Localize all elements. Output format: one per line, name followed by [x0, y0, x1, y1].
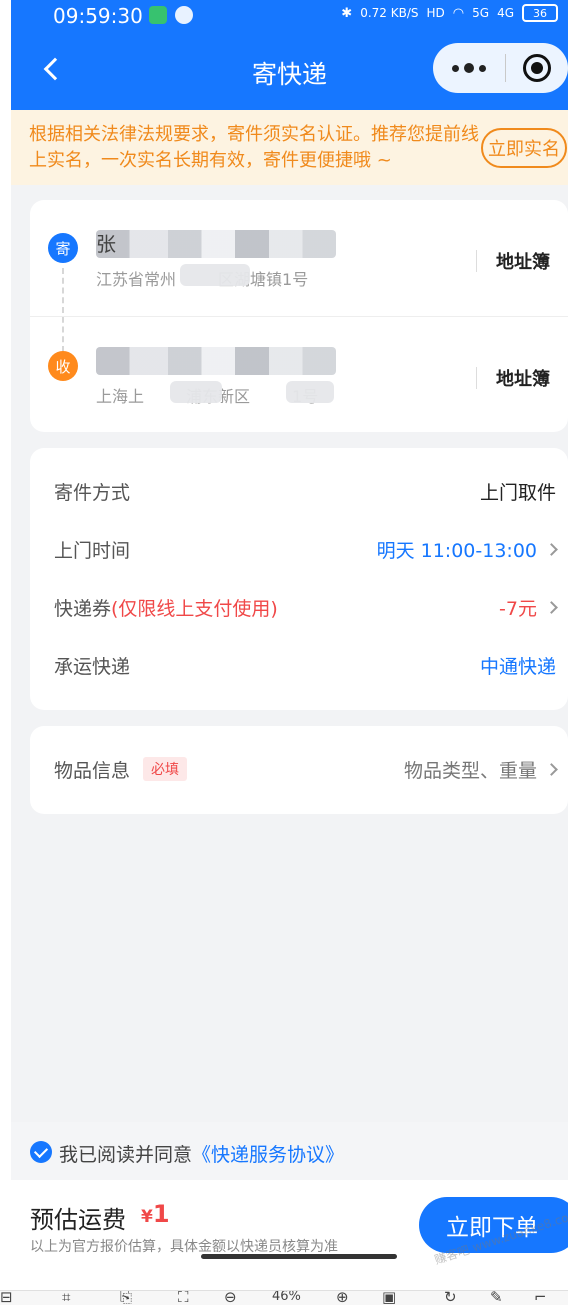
carrier-value: 中通快递	[479, 656, 556, 678]
required-tag: 必填	[143, 757, 187, 781]
real-name-button[interactable]: 立即实名	[481, 128, 567, 168]
hd-icon: HD	[426, 6, 445, 20]
net-speed: 0.72 KB/S	[360, 6, 419, 20]
actual-size-icon[interactable]: ▣	[382, 1291, 396, 1305]
sender-address[interactable]: 寄 张 江苏省常州 区湖塘镇1号 地址簿	[30, 200, 568, 352]
estimated-fee-label: 预估运费	[30, 1206, 126, 1234]
wechat-notification-icon	[175, 6, 193, 24]
item-info-label: 物品信息	[54, 760, 131, 782]
sender-name-blurred: 张	[96, 230, 336, 258]
viewer-toolbar: ⊟ ⌗ ⎘ ⛶ ⊖ 46% ⊕ ▣ ↻ ✎ ⌐	[0, 1290, 568, 1305]
divider	[476, 367, 477, 389]
coupon-value: -7元	[499, 594, 558, 621]
real-name-notice: 根据相关法律法规要求，寄件须实名认证。推荐您提前线上实名，一次实名长期有效，寄件…	[11, 110, 568, 185]
ocr-icon[interactable]: ⌗	[62, 1291, 70, 1305]
sender-address-book-button[interactable]: 地址簿	[496, 248, 550, 274]
pickup-method-value: 上门取件	[479, 482, 556, 504]
receiver-address-blur-1	[170, 381, 222, 403]
mini-program-capsule	[433, 43, 568, 93]
sidebar-icon[interactable]: ⊟	[0, 1291, 13, 1305]
signal-5g-icon: 5G	[472, 6, 490, 20]
coupon-note: (仅限线上支付使用)	[111, 598, 278, 620]
crop-icon[interactable]: ⌐	[534, 1291, 547, 1305]
pickup-time-row[interactable]: 上门时间 明天 11:00-13:00	[30, 506, 568, 564]
fit-screen-icon[interactable]: ⛶	[178, 1291, 189, 1305]
carrier-row[interactable]: 承运快递 中通快递	[30, 622, 568, 680]
address-card: 寄 张 江苏省常州区湖塘镇1号 地址簿 收 上海上浦东新区1号 地址簿	[30, 200, 568, 432]
receiver-name-blurred	[96, 347, 336, 375]
receiver-address[interactable]: 收 上海上浦东新区1号 地址簿	[30, 316, 568, 432]
item-info-value: 物品类型、重量	[404, 756, 558, 783]
shipping-options-card: 寄件方式 上门取件 上门时间 明天 11:00-13:00 快递券(仅限线上支付…	[30, 448, 568, 710]
estimated-fee-value: ¥1	[141, 1200, 170, 1228]
sender-address-blur	[180, 264, 250, 286]
coupon-row[interactable]: 快递券(仅限线上支付使用) -7元	[30, 564, 568, 622]
fee-note: 以上为官方报价估算，具体金额以快递员核算为准	[30, 1239, 338, 1255]
message-notification-icon	[149, 6, 167, 24]
left-margin	[0, 0, 11, 1290]
close-mini-program-button[interactable]	[506, 43, 568, 93]
receiver-badge: 收	[48, 351, 78, 381]
sender-badge: 寄	[48, 233, 78, 263]
status-time: 09:59:30	[53, 4, 143, 28]
zoom-out-icon[interactable]: ⊖	[224, 1291, 237, 1305]
copy-icon[interactable]: ⎘	[120, 1291, 132, 1305]
edit-icon[interactable]: ✎	[490, 1291, 503, 1305]
more-menu-button[interactable]	[433, 43, 505, 93]
item-info-card[interactable]: 物品信息 必填 物品类型、重量	[30, 726, 568, 814]
chevron-right-icon	[545, 763, 558, 776]
pickup-time-value: 明天 11:00-13:00	[377, 536, 558, 563]
signal-4g-icon: 4G	[497, 6, 514, 20]
agreement-checkbox[interactable]	[30, 1141, 52, 1163]
pickup-time-label: 上门时间	[54, 540, 131, 562]
header: 09:59:30 ✱ 0.72 KB/S HD ◠ 5G 4G 36 寄快递	[11, 0, 568, 110]
order-footer: 预估运费 ¥1 以上为官方报价估算，具体金额以快递员核算为准 立即下单 赚客吧 …	[11, 1180, 568, 1290]
service-agreement-link[interactable]: 《快递服务协议》	[192, 1144, 344, 1166]
chevron-right-icon	[545, 601, 558, 614]
more-dots-icon-right	[479, 64, 486, 72]
receiver-address-blur-2	[286, 381, 334, 403]
app-window: 09:59:30 ✱ 0.72 KB/S HD ◠ 5G 4G 36 寄快递 根…	[11, 0, 568, 1290]
status-indicators: ✱ 0.72 KB/S HD ◠ 5G 4G 36	[341, 4, 558, 22]
home-indicator	[201, 1254, 397, 1259]
carrier-label: 承运快递	[54, 656, 131, 678]
bluetooth-icon: ✱	[341, 5, 353, 21]
pickup-method-row[interactable]: 寄件方式 上门取件	[30, 448, 568, 506]
status-bar: 09:59:30 ✱ 0.72 KB/S HD ◠ 5G 4G 36	[11, 0, 568, 32]
agreement-bar: 我已阅读并同意《快递服务协议》	[11, 1122, 568, 1180]
zoom-level: 46%	[272, 1290, 301, 1304]
wifi-icon: ◠	[452, 5, 465, 21]
divider	[476, 250, 477, 272]
chevron-right-icon	[545, 543, 558, 556]
coupon-label: 快递券(仅限线上支付使用)	[54, 598, 278, 620]
pickup-method-label: 寄件方式	[54, 482, 131, 504]
receiver-address-book-button[interactable]: 地址簿	[496, 365, 550, 391]
more-dots-icon-center	[464, 63, 474, 73]
zoom-in-icon[interactable]: ⊕	[336, 1291, 349, 1305]
notice-text: 根据相关法律法规要求，寄件须实名认证。推荐您提前线上实名，一次实名长期有效，寄件…	[29, 124, 479, 171]
agreement-text: 我已阅读并同意《快递服务协议》	[59, 1144, 345, 1166]
target-icon	[523, 54, 551, 82]
more-dots-icon	[452, 64, 459, 72]
rotate-icon[interactable]: ↻	[444, 1291, 457, 1305]
battery-icon: 36	[522, 4, 558, 22]
